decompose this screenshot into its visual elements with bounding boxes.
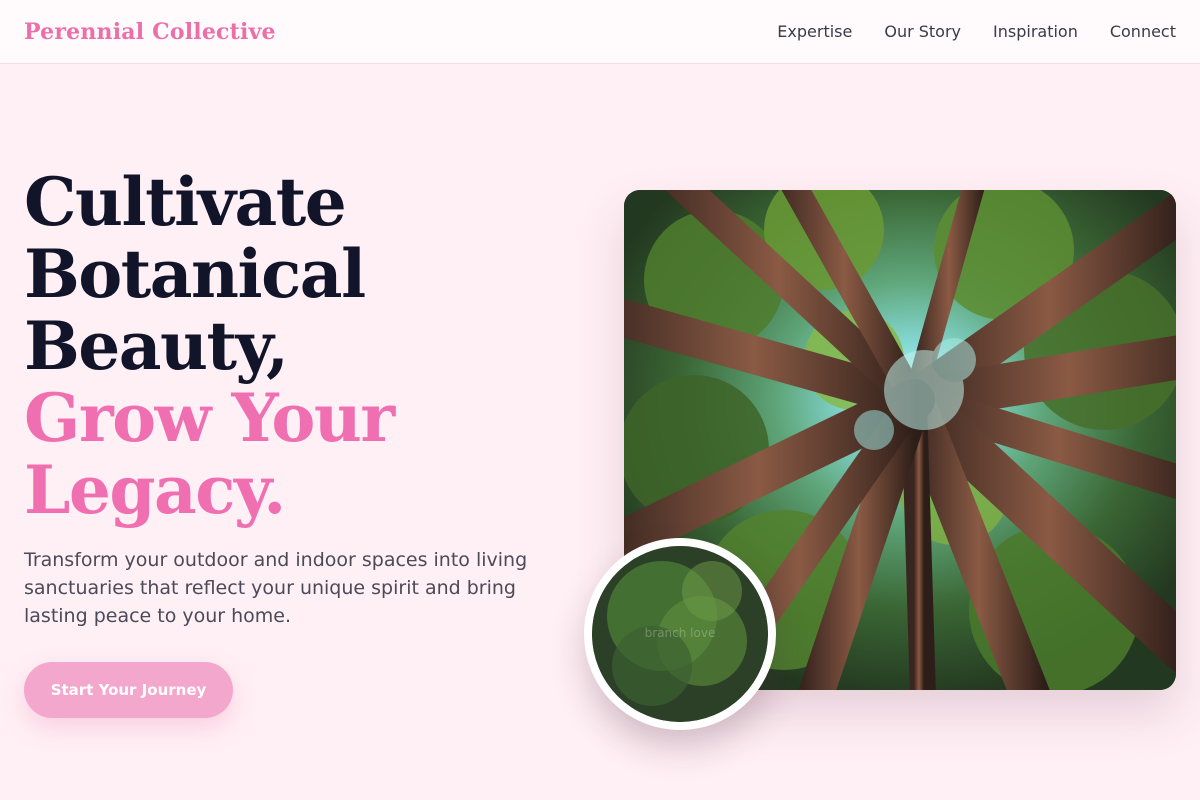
hero-title-accent-line: Grow Your xyxy=(24,379,395,457)
hero-title-line: Cultivate xyxy=(24,163,347,241)
nav-link-expertise[interactable]: Expertise xyxy=(777,22,852,41)
inset-circle-image: branch love xyxy=(584,538,776,730)
hero-title: Cultivate Botanical Beauty, Grow Your Le… xyxy=(24,166,584,526)
nav-link-our-story[interactable]: Our Story xyxy=(884,22,961,41)
site-header: Perennial Collective Expertise Our Story… xyxy=(0,0,1200,64)
main-nav: Expertise Our Story Inspiration Connect xyxy=(777,22,1176,41)
hero-title-line: Beauty, xyxy=(24,307,289,385)
inset-photo: branch love xyxy=(592,546,768,722)
start-journey-button[interactable]: Start Your Journey xyxy=(24,662,233,718)
inset-caption: branch love xyxy=(644,626,716,640)
hero-title-accent-line: Legacy. xyxy=(24,451,286,529)
nav-link-connect[interactable]: Connect xyxy=(1110,22,1176,41)
brand-logo[interactable]: Perennial Collective xyxy=(24,19,276,45)
hero-title-line: Botanical xyxy=(24,235,366,313)
hero-subtitle: Transform your outdoor and indoor spaces… xyxy=(24,549,528,627)
nav-link-inspiration[interactable]: Inspiration xyxy=(993,22,1078,41)
